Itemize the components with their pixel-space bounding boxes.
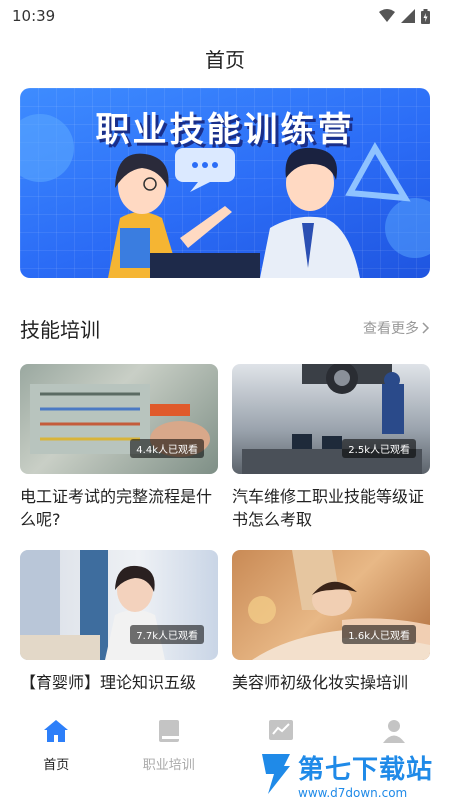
signal-icon [401, 9, 415, 23]
course-thumbnail: 1.6k人已观看 [232, 550, 430, 660]
status-bar: 10:39 [0, 0, 450, 32]
status-icons [379, 8, 430, 24]
status-time: 10:39 [12, 7, 56, 25]
watermark: 第七下载站 www.d7down.com [258, 748, 450, 800]
section-header: 技能培训 查看更多 [20, 312, 430, 344]
tab-label: 职业培训 [142, 758, 195, 773]
wifi-icon [379, 9, 395, 22]
home-icon [44, 720, 69, 742]
banner[interactable]: 职业技能训练营 [20, 88, 430, 278]
battery-icon [421, 8, 430, 24]
tab-home[interactable]: 首页 [0, 712, 113, 800]
chart-icon [269, 720, 294, 740]
view-count: 7.7k人已观看 [130, 625, 204, 644]
course-title: 【育婴师】理论知识五级 [20, 673, 197, 692]
chevron-right-icon [422, 322, 430, 334]
course-title: 美容师初级化妆实操培训 [232, 673, 409, 692]
course-card[interactable]: 1.6k人已观看 美容师初级化妆实操培训 [232, 550, 430, 694]
tab-label: 首页 [43, 758, 70, 773]
tab-training[interactable]: 职业培训 [113, 712, 226, 800]
course-card[interactable]: 4.4k人已观看 电工证考试的完整流程是什么呢? [20, 364, 218, 531]
view-count: 1.6k人已观看 [342, 625, 416, 644]
course-thumbnail: 2.5k人已观看 [232, 364, 430, 474]
page-title: 首页 [205, 48, 245, 72]
more-link-label: 查看更多 [363, 321, 419, 337]
view-count: 4.4k人已观看 [130, 439, 204, 458]
book-icon [158, 720, 179, 742]
more-link[interactable]: 查看更多 [363, 318, 430, 338]
banner-title: 职业技能训练营 [95, 110, 355, 150]
watermark-text: 第七下载站 www.d7down.com [298, 749, 433, 800]
course-title: 电工证考试的完整流程是什么呢? [20, 487, 213, 529]
course-thumbnail: 4.4k人已观看 [20, 364, 218, 474]
watermark-logo-icon [262, 754, 290, 794]
section-title: 技能培训 [20, 317, 100, 342]
course-thumbnail: 7.7k人已观看 [20, 550, 218, 660]
watermark-brand: 第七下载站 [298, 754, 434, 785]
course-card[interactable]: 7.7k人已观看 【育婴师】理论知识五级 [20, 550, 218, 694]
watermark-url: www.d7down.com [298, 785, 408, 800]
course-card[interactable]: 2.5k人已观看 汽车维修工职业技能等级证书怎么考取 [232, 364, 430, 531]
view-count: 2.5k人已观看 [342, 439, 416, 458]
user-icon [382, 720, 405, 743]
course-title: 汽车维修工职业技能等级证书怎么考取 [232, 487, 425, 529]
